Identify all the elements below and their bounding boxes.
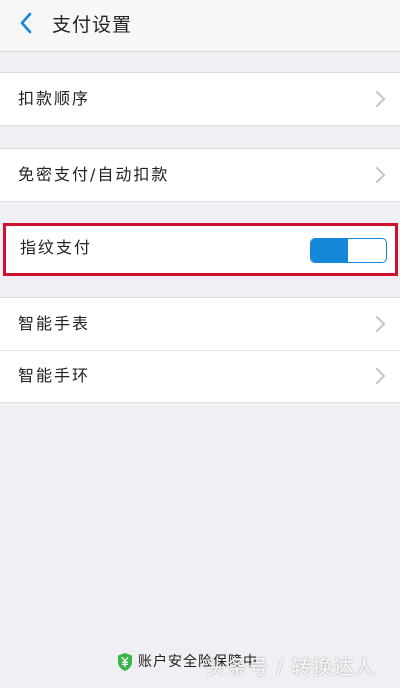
list-item-smart-band[interactable]: 智能手环 (0, 350, 400, 402)
group-smart-devices: 智能手表 智能手环 (0, 297, 400, 403)
list-item-label: 免密支付/自动扣款 (18, 165, 170, 184)
group-deduction-order: 扣款顺序 (0, 72, 400, 126)
watermark: 头条号 / 转换达人 (206, 655, 376, 679)
list-item-deduction-order[interactable]: 扣款顺序 (0, 73, 400, 125)
shield-yen-icon (116, 652, 134, 672)
fingerprint-payment-toggle[interactable] (310, 238, 387, 263)
list-item-label: 智能手表 (18, 314, 91, 333)
chevron-right-icon (374, 90, 386, 108)
chevron-left-icon (19, 12, 33, 38)
back-button[interactable] (8, 8, 44, 42)
payment-settings-page: 支付设置 扣款顺序 免密支付/自动扣款 指纹支付 智能手表 智能手环 账户安全险… (0, 0, 400, 688)
chevron-right-icon (374, 367, 386, 385)
toggle-fill (311, 239, 348, 262)
chevron-right-icon (374, 166, 386, 184)
list-item-label: 智能手环 (18, 366, 91, 385)
chevron-right-icon (374, 315, 386, 333)
page-title: 支付设置 (52, 14, 133, 36)
nav-bar: 支付设置 (0, 0, 400, 52)
list-item-label: 指纹支付 (20, 238, 93, 257)
fingerprint-payment-row[interactable]: 指纹支付 (3, 223, 398, 276)
list-item-password-free-payment[interactable]: 免密支付/自动扣款 (0, 149, 400, 201)
list-item-smart-watch[interactable]: 智能手表 (0, 298, 400, 350)
list-item-label: 扣款顺序 (18, 89, 91, 108)
group-password-free: 免密支付/自动扣款 (0, 148, 400, 202)
